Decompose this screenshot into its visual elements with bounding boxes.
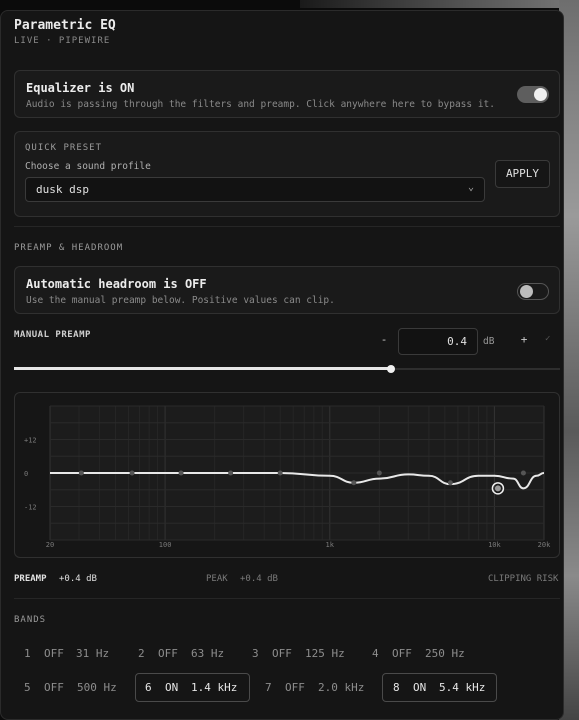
band-index: 5	[24, 681, 31, 694]
band-3[interactable]: 3 OFF 125 Hz	[252, 647, 362, 661]
band-point	[178, 470, 184, 476]
equalizer-toggle-card[interactable]: Equalizer is ON Audio is passing through…	[14, 70, 560, 118]
band-index: 8	[393, 681, 400, 694]
preamp-increase-button[interactable]: +	[519, 333, 529, 346]
headroom-status-description: Use the manual preamp below. Positive va…	[26, 295, 335, 306]
x-tick-label: 10k	[488, 541, 501, 549]
band-1[interactable]: 1 OFF 31 Hz	[24, 647, 124, 661]
band-state: OFF	[392, 647, 412, 660]
equalizer-toggle[interactable]	[517, 86, 549, 103]
page-title: Parametric EQ	[14, 18, 116, 33]
preamp-section-label: PREAMP & HEADROOM	[14, 243, 124, 253]
equalizer-status-description: Audio is passing through the filters and…	[26, 99, 495, 110]
band-frequency: 500 Hz	[77, 681, 117, 694]
preamp-status-value: +0.4 dB	[59, 574, 97, 584]
headroom-toggle-card[interactable]: Automatic headroom is OFF Use the manual…	[14, 266, 560, 314]
apply-preset-button[interactable]: APPLY	[495, 160, 550, 188]
preamp-status-label: PREAMP	[14, 574, 47, 584]
band-point	[376, 470, 382, 476]
section-divider	[14, 226, 560, 227]
band-point	[129, 470, 135, 476]
peak-label: PEAK	[206, 574, 228, 584]
x-tick-label: 20	[46, 541, 54, 549]
clipping-risk-indicator: CLIPPING RISK	[488, 574, 559, 584]
band-4[interactable]: 4 OFF 250 Hz	[372, 647, 482, 661]
band-state: OFF	[158, 647, 178, 660]
eq-response-chart[interactable]: +12 0 -12 20 100 1k 10k 20k	[14, 392, 560, 558]
chevron-down-icon: ⌄	[467, 182, 474, 193]
preset-select[interactable]: dusk dsp ⌄	[25, 177, 485, 202]
y-tick-label: +12	[24, 437, 37, 445]
band-index: 2	[138, 647, 145, 660]
band-state: ON	[413, 681, 427, 694]
preamp-value-input[interactable]: 0.4	[398, 328, 478, 355]
band-point	[78, 470, 84, 476]
band-frequency: 2.0 kHz	[318, 681, 365, 694]
band-frequency: 125 Hz	[305, 647, 345, 660]
band-6[interactable]: 6 ON 1.4 kHz	[135, 673, 250, 702]
preset-selected-value: dusk dsp	[36, 183, 89, 196]
band-2[interactable]: 2 OFF 63 Hz	[138, 647, 238, 661]
slider-fill	[14, 367, 391, 370]
equalizer-status-title: Equalizer is ON	[26, 81, 135, 95]
band-index: 7	[265, 681, 272, 694]
band-point	[447, 480, 453, 486]
band-7[interactable]: 7 OFF 2.0 kHz	[265, 681, 375, 695]
band-state: OFF	[285, 681, 305, 694]
toggle-knob	[520, 285, 533, 298]
manual-preamp-label: MANUAL PREAMP	[14, 330, 91, 340]
x-tick-label: 100	[159, 541, 172, 549]
x-tick-label: 20k	[538, 541, 551, 549]
band-state: OFF	[44, 647, 64, 660]
band-8[interactable]: 8 ON 5.4 kHz	[382, 673, 497, 702]
band-state: ON	[165, 681, 179, 694]
preamp-unit: dB	[483, 336, 495, 347]
band-frequency: 250 Hz	[425, 647, 465, 660]
preamp-slider[interactable]	[14, 362, 560, 376]
band-frequency: 5.4 kHz	[439, 681, 486, 694]
preamp-value: 0.4	[447, 335, 467, 348]
y-tick-label: -12	[24, 504, 37, 512]
page-subtitle: LIVE · PIPEWIRE	[14, 36, 111, 46]
band-index: 3	[252, 647, 259, 660]
band-index: 6	[145, 681, 152, 694]
preamp-decrease-button[interactable]: -	[379, 333, 389, 346]
band-state: OFF	[44, 681, 64, 694]
check-icon[interactable]: ✓	[545, 334, 550, 344]
preset-field-label: Choose a sound profile	[25, 161, 151, 172]
band-state: OFF	[272, 647, 292, 660]
band-index: 1	[24, 647, 31, 660]
slider-thumb[interactable]	[386, 365, 395, 373]
band-point	[228, 470, 234, 476]
y-tick-label: 0	[24, 470, 28, 478]
quick-preset-label: QUICK PRESET	[25, 143, 103, 153]
band-point	[520, 470, 526, 476]
selected-band-point	[494, 485, 501, 492]
band-frequency: 31 Hz	[76, 647, 110, 660]
section-divider	[14, 598, 560, 599]
headroom-toggle[interactable]	[517, 283, 549, 300]
band-index: 4	[372, 647, 379, 660]
band-point	[277, 470, 283, 476]
desktop-background-top	[300, 0, 579, 8]
band-point	[351, 480, 357, 486]
band-frequency: 1.4 kHz	[191, 681, 238, 694]
x-tick-label: 1k	[326, 541, 335, 549]
peak-value: +0.4 dB	[240, 574, 278, 584]
band-5[interactable]: 5 OFF 500 Hz	[24, 681, 124, 695]
band-frequency: 63 Hz	[191, 647, 225, 660]
headroom-status-title: Automatic headroom is OFF	[26, 277, 207, 291]
bands-section-label: BANDS	[14, 615, 47, 625]
toggle-knob	[534, 88, 547, 101]
